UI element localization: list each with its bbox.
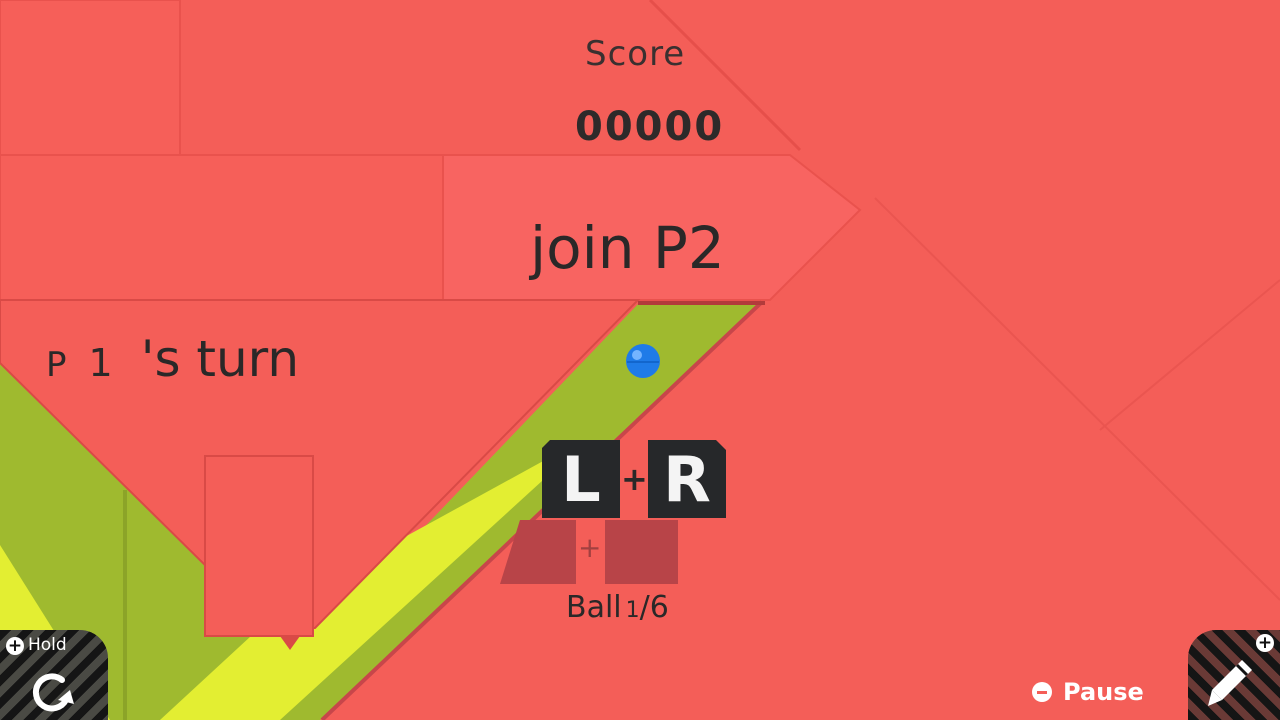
ball-counter-label: Ball: [566, 590, 622, 625]
wall-block: [0, 0, 181, 166]
button-shadow: [605, 520, 678, 584]
ball-counter: Ball 1/6: [566, 590, 669, 625]
turn-indicator: P 1 's turn: [46, 330, 299, 388]
turn-player-prefix: P: [46, 345, 67, 385]
edit-button[interactable]: +: [1188, 630, 1280, 720]
ball-counter-current: 1: [625, 598, 640, 623]
left-bumper-button[interactable]: L: [542, 440, 620, 518]
plus-circle-icon: +: [1256, 633, 1274, 653]
wall-edge: [1099, 279, 1280, 431]
rotate-arrow-icon: [32, 673, 74, 712]
right-bumper-button[interactable]: R: [648, 440, 726, 518]
wall-edge: [874, 197, 1280, 601]
score-value: 00000: [575, 104, 725, 150]
wall-block: [204, 455, 314, 637]
ball-counter-total: /6: [639, 590, 669, 625]
plus-circle-icon: +: [6, 636, 24, 656]
wall-block: [0, 154, 444, 301]
pause-button[interactable]: Pause: [1032, 678, 1144, 706]
hold-button[interactable]: + Hold: [0, 630, 108, 720]
shadow-plus-symbol: +: [578, 531, 602, 564]
hold-label: Hold: [28, 635, 67, 655]
turn-suffix: 's turn: [140, 330, 300, 388]
pencil-icon: [1208, 660, 1252, 706]
turn-player-number: 1: [88, 341, 113, 385]
score-label: Score: [585, 34, 686, 74]
combo-plus-symbol: +: [621, 460, 648, 498]
minus-circle-icon: [1032, 682, 1052, 702]
pause-label: Pause: [1063, 678, 1144, 706]
pinball-ball-highlight: [632, 350, 642, 360]
join-player-two-text: join P2: [530, 214, 725, 282]
pinball-ball: [626, 344, 660, 378]
